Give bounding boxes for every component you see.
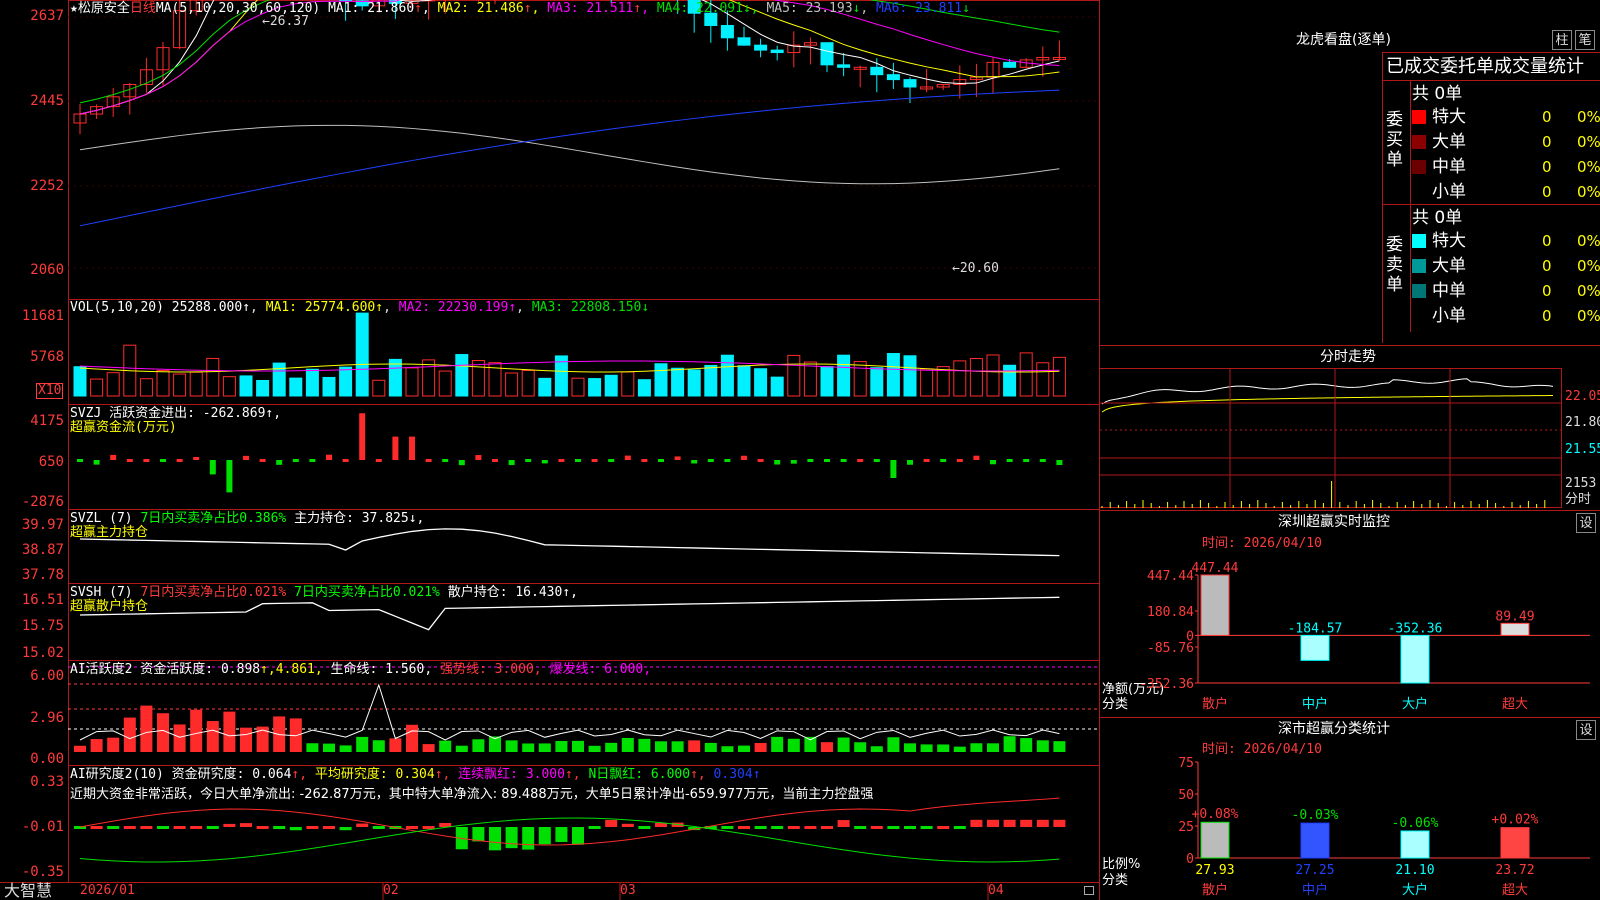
monitor-bar-label: 89.49 — [1495, 609, 1534, 624]
monitor-bar-label: -184.57 — [1288, 621, 1343, 636]
class-category: 超大 — [1502, 883, 1528, 898]
monitor-tick-label: -85.76 — [1147, 641, 1194, 656]
class-bar — [1300, 822, 1330, 859]
class-bar-change: -0.06% — [1392, 816, 1439, 831]
class-tick-label: 25 — [1178, 820, 1194, 835]
class-tick-label: 0 — [1186, 852, 1194, 867]
intraday-price-line — [1101, 378, 1554, 405]
class-bar — [1400, 830, 1430, 859]
class-bar-change: +0.02% — [1492, 813, 1539, 828]
monitor-category: 大户 — [1402, 696, 1428, 712]
monitor-bar — [1300, 634, 1330, 661]
right-bar-charts: 447.44 180.84 0 -85.76 -352.36 447.44 散户 -184.5… — [1100, 368, 1590, 898]
monitor-category: 中户 — [1302, 696, 1328, 712]
monitor-bar-label: -352.36 — [1388, 621, 1443, 636]
monitor-bar — [1200, 574, 1230, 636]
class-bar-value: 21.10 — [1395, 863, 1434, 878]
class-bar-change: +0.08% — [1192, 807, 1239, 822]
class-bar-value: 27.25 — [1295, 863, 1334, 878]
class-tick-label: 75 — [1178, 756, 1194, 771]
monitor-bar-label: 447.44 — [1192, 561, 1239, 576]
monitor-bar — [1400, 634, 1430, 684]
class-category: 大户 — [1402, 882, 1428, 898]
monitor-tick-label: 180.84 — [1147, 605, 1194, 620]
class-category: 散户 — [1202, 882, 1228, 898]
monitor-bar — [1500, 622, 1530, 636]
monitor-tick-label: -352.36 — [1139, 677, 1194, 692]
class-bar-value: 27.93 — [1195, 863, 1234, 878]
class-bar — [1200, 821, 1230, 859]
monitor-category: 超大 — [1502, 697, 1528, 712]
class-bar-value: 23.72 — [1495, 863, 1534, 878]
class-category: 中户 — [1302, 882, 1328, 898]
monitor-category: 散户 — [1202, 696, 1228, 712]
intraday-avg-line — [1101, 395, 1554, 413]
class-bar-change: -0.03% — [1292, 808, 1339, 823]
monitor-tick-label: 447.44 — [1147, 569, 1194, 584]
class-tick-label: 50 — [1178, 788, 1194, 803]
class-bar — [1500, 827, 1530, 859]
